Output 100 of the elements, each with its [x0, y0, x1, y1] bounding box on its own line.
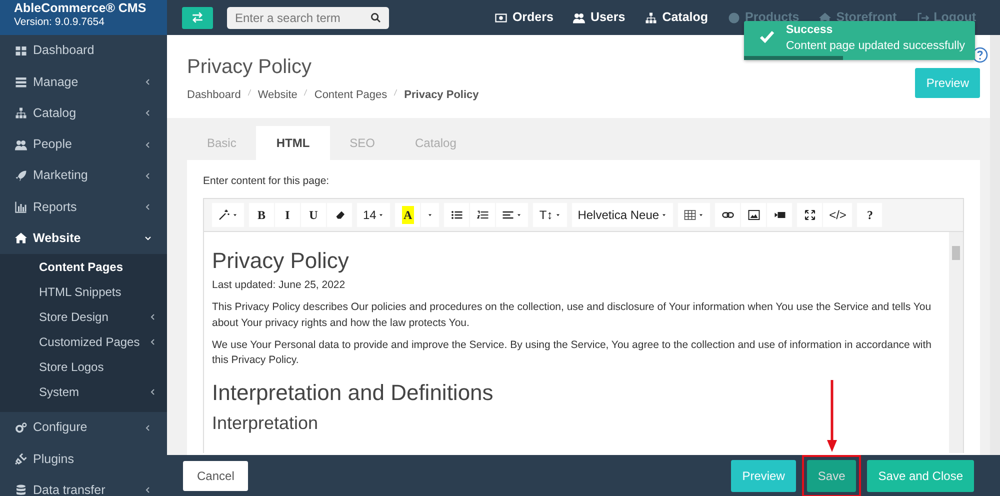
- breadcrumb-current: Privacy Policy: [404, 88, 479, 103]
- chevron-icon: [144, 203, 152, 212]
- swap-button[interactable]: [182, 6, 213, 28]
- numbered-list-icon: [476, 208, 489, 221]
- swap-arrows-icon: [191, 11, 204, 24]
- caret-icon: [427, 212, 434, 218]
- align-icon: [502, 208, 514, 221]
- toolbar-button[interactable]: [797, 202, 822, 227]
- circle-icon: [728, 12, 740, 24]
- sidebar-item[interactable]: People: [0, 128, 167, 160]
- document-paragraph: This Privacy Policy describes Our policies and procedures on the collection, use and disclosure of Your information when You use the Service and tells You about Your privacy rights and how the law protects You.: [212, 300, 932, 331]
- sidebar-subitem[interactable]: Store Design: [0, 304, 167, 330]
- chevron-icon: [149, 388, 157, 396]
- sidebar-item[interactable]: Dashboard: [0, 35, 167, 66]
- toolbar-button[interactable]: [715, 202, 740, 227]
- toolbar-button[interactable]: ?: [857, 202, 882, 227]
- sidebar-subitem[interactable]: HTML Snippets: [0, 279, 167, 304]
- bar-chart-icon: [15, 201, 27, 214]
- search-button[interactable]: [361, 6, 389, 28]
- chevron-icon: [149, 312, 157, 321]
- money-icon: [495, 12, 508, 24]
- sign-out-icon: [916, 12, 929, 24]
- sitemap-icon: [645, 12, 658, 24]
- caret-icon: [698, 212, 704, 218]
- dropdown-toggle[interactable]: [421, 202, 440, 227]
- search-icon: [370, 12, 380, 23]
- nav-link[interactable]: Orders: [495, 8, 554, 27]
- sidebar-item[interactable]: Website: [0, 222, 167, 254]
- document-paragraph: We use Your Personal data to provide and improve the Service. By using the Service, You agree to the collection and use of information in accordance with this Privacy Policy.: [212, 338, 932, 368]
- chevron-icon: [144, 486, 152, 494]
- gears-icon: [15, 422, 27, 434]
- sidebar-item[interactable]: Manage: [0, 66, 167, 98]
- nav-link[interactable]: Catalog: [645, 8, 708, 27]
- fullscreen-icon: [804, 208, 816, 221]
- sidebar-subitem[interactable]: Store Logos: [0, 354, 167, 380]
- toolbar-button[interactable]: [470, 202, 496, 227]
- chevron-icon: [144, 78, 152, 86]
- people-icon: [573, 12, 586, 24]
- document-subheading: Interpretation: [212, 412, 320, 434]
- toolbar-button[interactable]: I: [275, 202, 300, 227]
- toolbar-button[interactable]: T↕: [533, 202, 567, 227]
- caret-icon: [554, 212, 561, 218]
- sidebar-subitem[interactable]: Customized Pages: [0, 329, 167, 354]
- toolbar-button[interactable]: 14: [357, 202, 390, 227]
- sidebar-item[interactable]: Plugins: [0, 443, 167, 475]
- page-scrollbar[interactable]: [990, 35, 1000, 455]
- sidebar-subitem[interactable]: Content Pages: [0, 254, 167, 280]
- sidebar-item[interactable]: Marketing: [0, 160, 167, 192]
- document-heading: Privacy Policy: [212, 248, 350, 274]
- table-icon: [684, 208, 696, 221]
- sidebar-item[interactable]: Data transfer: [0, 474, 167, 496]
- chevron-icon: [144, 140, 152, 149]
- sidebar-item[interactable]: Configure: [0, 412, 167, 444]
- toast-message: Content page updated successfully: [786, 38, 965, 54]
- check-icon: [758, 29, 776, 45]
- breadcrumb-link[interactable]: Website: [258, 87, 298, 104]
- chevron-icon: [144, 109, 152, 118]
- toolbar-button[interactable]: [444, 202, 470, 227]
- slash-icon: [392, 87, 400, 98]
- caret-icon: [378, 212, 384, 218]
- breadcrumb-link[interactable]: Dashboard: [187, 87, 241, 104]
- caret-icon: [232, 212, 238, 218]
- toast-title: Success: [786, 23, 834, 38]
- chevron-icon: [144, 172, 152, 180]
- breadcrumb-link[interactable]: Content Pages: [314, 87, 388, 104]
- chevron-icon: [144, 234, 152, 242]
- slash-icon: [246, 87, 253, 98]
- toolbar-button[interactable]: B: [249, 202, 274, 227]
- magic-wand-icon: [218, 208, 230, 221]
- grid-icon: [15, 44, 27, 57]
- toolbar-button[interactable]: </>: [823, 202, 852, 227]
- sitemap-icon: [15, 107, 27, 120]
- document-heading: Interpretation and Definitions: [212, 380, 494, 407]
- toolbar-button[interactable]: U: [301, 202, 326, 227]
- toolbar-button[interactable]: Helvetica Neue: [572, 202, 674, 227]
- cancel-button[interactable]: Cancel: [183, 460, 248, 490]
- house-icon: [15, 232, 27, 244]
- tab[interactable]: HTML: [256, 126, 330, 160]
- toolbar-button[interactable]: [212, 202, 244, 227]
- sidebar-item[interactable]: Catalog: [0, 98, 167, 129]
- toolbar-button[interactable]: [767, 202, 792, 227]
- slash-icon: [302, 87, 310, 98]
- editor-area[interactable]: [203, 230, 964, 453]
- people-icon: [15, 138, 27, 151]
- help-icon[interactable]: [972, 47, 988, 63]
- toolbar-button[interactable]: [327, 202, 352, 227]
- editor-scrollbar[interactable]: [949, 232, 963, 453]
- toolbar-button[interactable]: [678, 202, 710, 227]
- bullet-list-icon: [450, 208, 463, 221]
- field-label: Enter content for this page:: [203, 174, 330, 189]
- sidebar-subitem[interactable]: System: [0, 379, 167, 404]
- image-icon: [748, 208, 760, 221]
- nav-link[interactable]: Users: [573, 8, 626, 27]
- toolbar-button[interactable]: [496, 202, 528, 227]
- toolbar-button[interactable]: [741, 202, 766, 227]
- app-title: AbleCommerce® CMS: [14, 1, 148, 16]
- sidebar-item[interactable]: Reports: [0, 191, 167, 223]
- document-paragraph: Last updated: June 25, 2022: [212, 278, 346, 294]
- highlight-color-button[interactable]: A: [395, 202, 420, 227]
- search-field[interactable]: Enter a search term: [227, 6, 361, 28]
